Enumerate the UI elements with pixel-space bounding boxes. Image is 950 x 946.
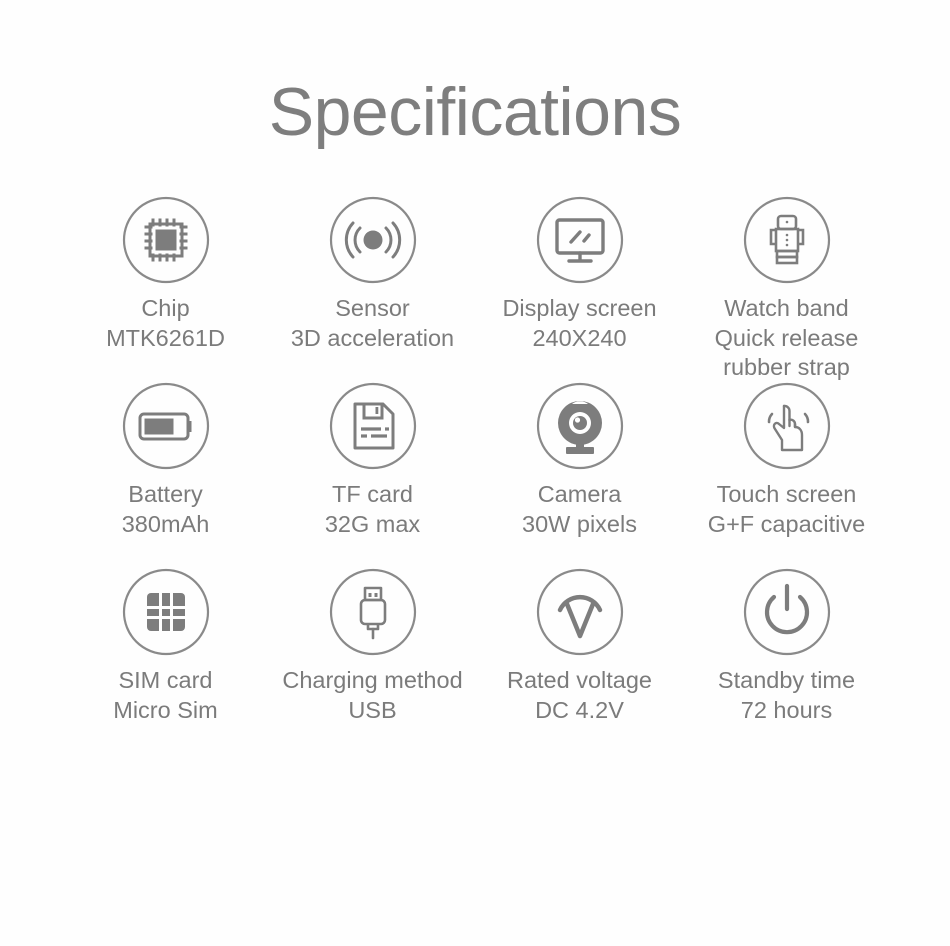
specifications-page: Specifications Chip MTK6261D Sensor 3D a… <box>0 0 950 946</box>
spec-item-chip: Chip MTK6261D <box>62 194 269 380</box>
spec-label-display: Display screen 240X240 <box>502 294 656 353</box>
spec-line1: SIM card <box>118 667 213 693</box>
camera-icon <box>534 380 626 472</box>
spec-item-camera: Camera 30W pixels <box>476 380 683 566</box>
spec-line2: USB <box>348 696 397 723</box>
sensor-signal-icon <box>327 194 419 286</box>
spec-label-standby-time: Standby time 72 hours <box>718 666 855 725</box>
spec-label-tf-card: TF card 32G max <box>325 480 420 539</box>
usb-plug-icon <box>327 566 419 658</box>
spec-line1: Chip <box>141 295 190 321</box>
spec-label-chip: Chip MTK6261D <box>106 294 225 353</box>
spec-line2: 3D acceleration <box>290 324 455 351</box>
spec-label-sim-card: SIM card Micro Sim <box>113 666 217 725</box>
spec-item-standby-time: Standby time 72 hours <box>683 566 890 752</box>
specs-grid: Chip MTK6261D Sensor 3D acceleration Dis… <box>0 194 950 752</box>
spec-line3: rubber strap <box>723 354 850 381</box>
spec-line2: 30W pixels <box>522 510 637 537</box>
spec-line1: Watch band <box>724 295 849 321</box>
spec-item-rated-voltage: Rated voltage DC 4.2V <box>476 566 683 752</box>
spec-line1: Display screen <box>502 295 657 321</box>
spec-line2: 32G max <box>324 510 421 537</box>
spec-item-battery: Battery 380mAh <box>62 380 269 566</box>
spec-label-battery: Battery 380mAh <box>122 480 210 539</box>
spec-line2: DC 4.2V <box>535 696 624 723</box>
spec-line2: 240X240 <box>532 324 627 351</box>
tf-card-icon <box>327 380 419 472</box>
spec-line2: 72 hours <box>740 696 833 723</box>
spec-line1: Rated voltage <box>506 667 653 693</box>
spec-item-touch-screen: Touch screen G+F capacitive <box>683 380 890 566</box>
spec-item-display: Display screen 240X240 <box>476 194 683 380</box>
spec-line2: MTK6261D <box>106 324 225 351</box>
spec-line1: TF card <box>332 481 413 507</box>
spec-line2: Micro Sim <box>113 696 218 723</box>
power-standby-icon <box>741 566 833 658</box>
spec-label-touch-screen: Touch screen G+F capacitive <box>708 480 865 539</box>
watch-band-icon <box>741 194 833 286</box>
spec-label-charging-method: Charging method USB <box>282 666 462 725</box>
spec-label-sensor: Sensor 3D acceleration <box>291 294 454 353</box>
chip-icon <box>120 194 212 286</box>
spec-item-sensor: Sensor 3D acceleration <box>269 194 476 380</box>
spec-line1: Touch screen <box>716 481 857 507</box>
spec-line2: G+F capacitive <box>707 510 866 537</box>
spec-line1: Charging method <box>282 667 463 693</box>
voltage-icon <box>534 566 626 658</box>
spec-line1: Battery <box>128 481 203 507</box>
spec-label-camera: Camera 30W pixels <box>522 480 637 539</box>
spec-line1: Standby time <box>717 667 856 693</box>
touch-hand-icon <box>741 380 833 472</box>
spec-line1: Camera <box>537 481 622 507</box>
spec-line2: Quick release <box>714 324 859 351</box>
spec-label-rated-voltage: Rated voltage DC 4.2V <box>507 666 652 725</box>
sim-card-icon <box>120 566 212 658</box>
spec-label-watch-band: Watch band Quick release rubber strap <box>715 294 859 383</box>
spec-item-tf-card: TF card 32G max <box>269 380 476 566</box>
spec-item-watch-band: Watch band Quick release rubber strap <box>683 194 890 380</box>
spec-line1: Sensor <box>335 295 410 321</box>
battery-icon <box>120 380 212 472</box>
page-title: Specifications <box>268 74 682 150</box>
display-monitor-icon <box>534 194 626 286</box>
spec-item-charging-method: Charging method USB <box>269 566 476 752</box>
spec-line2: 380mAh <box>121 510 210 537</box>
spec-item-sim-card: SIM card Micro Sim <box>62 566 269 752</box>
